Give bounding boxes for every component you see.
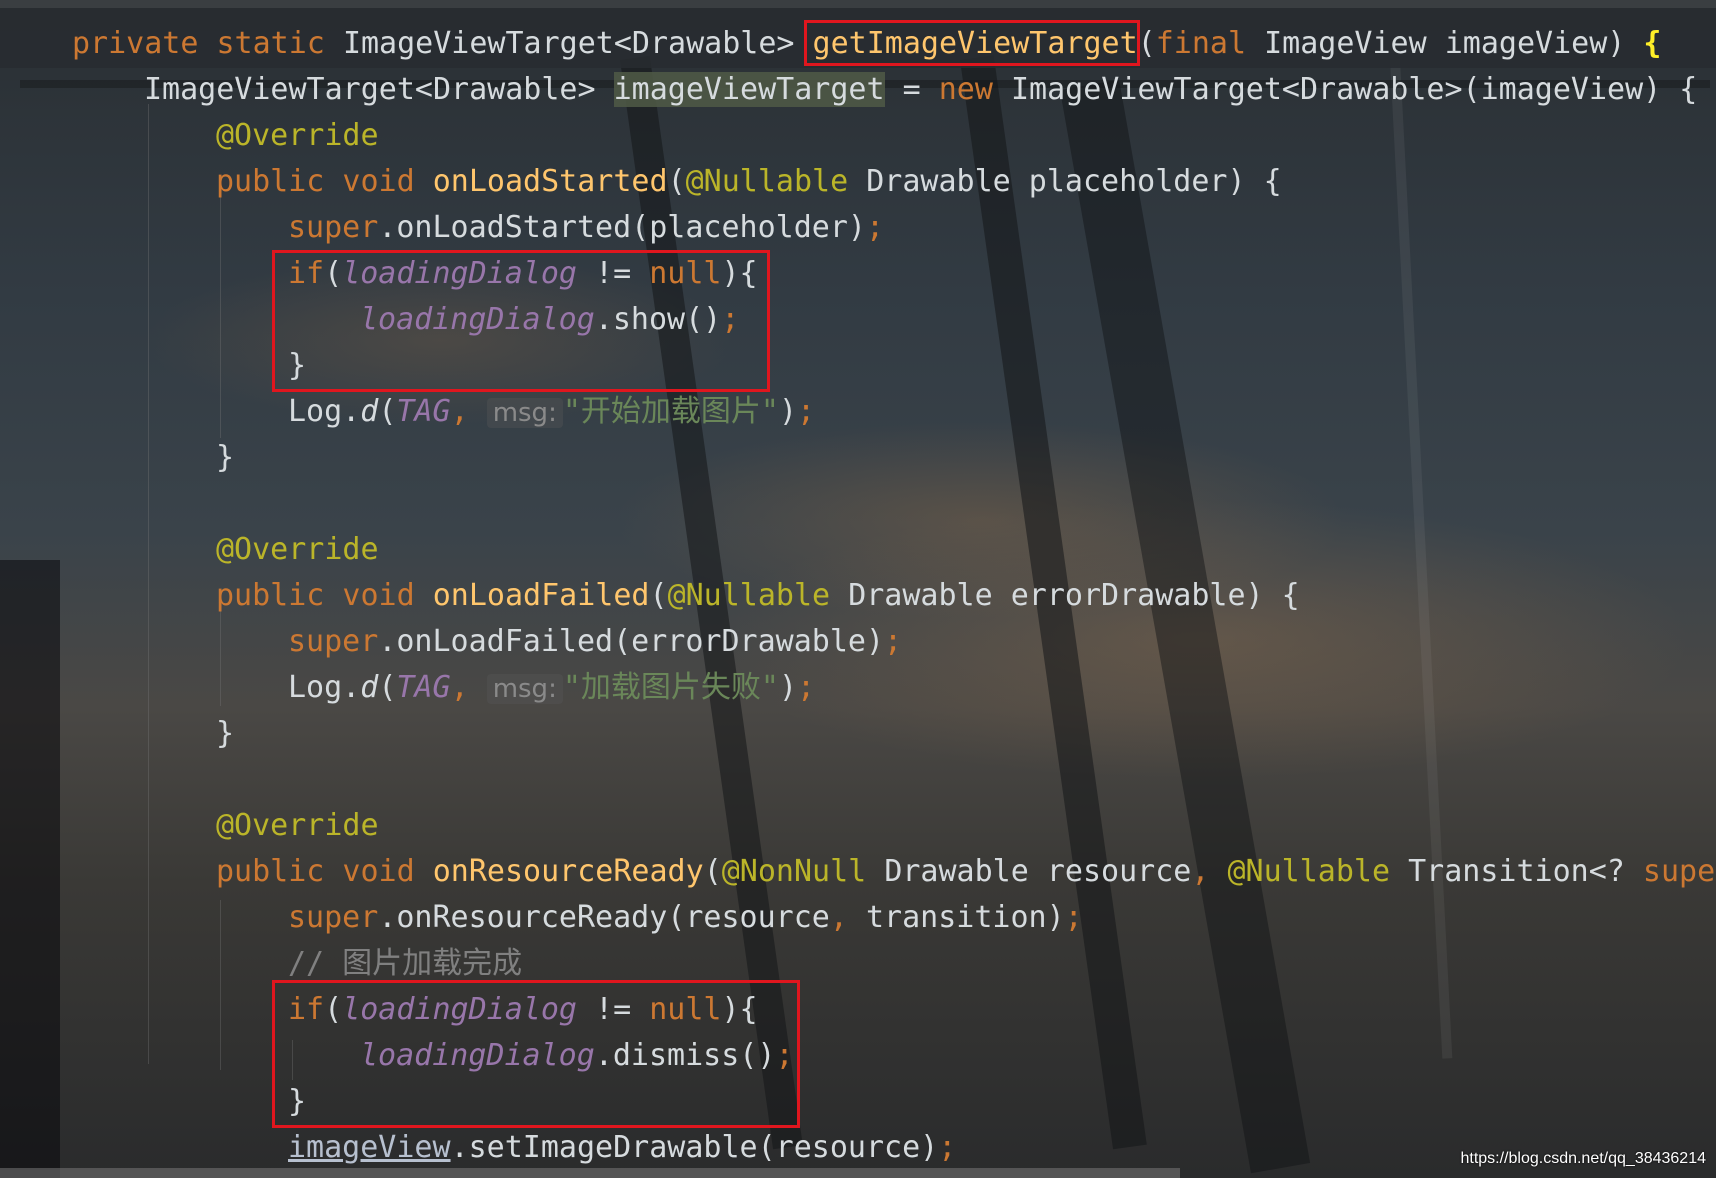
code-token-class: Log. — [288, 670, 361, 705]
code-token-annotation: @Override — [216, 532, 379, 567]
code-token-variable-highlight: imageViewTarget — [613, 72, 885, 107]
parameter-hint: msg: — [486, 674, 563, 704]
parameter-hint: msg: — [486, 398, 563, 428]
code-token-semicolon: ; — [865, 210, 885, 245]
code-token-comma: , — [829, 900, 866, 935]
code-token-keyword: final — [1155, 26, 1265, 61]
code-token-method-name: onResourceReady — [432, 854, 704, 889]
code-token-constant: TAG — [396, 394, 451, 429]
code-token-brace: } — [216, 440, 235, 475]
code-token-param: transition) — [865, 900, 1065, 935]
code-token-call: .onLoadFailed(errorDrawable) — [378, 624, 885, 659]
code-token-keyword: super — [288, 210, 379, 245]
code-token-paren: ( — [703, 854, 722, 889]
highlight-box-method-name — [804, 20, 1140, 66]
code-token-call: .setImageDrawable(resource) — [450, 1130, 939, 1165]
code-line-method-onloadfailed[interactable]: public void onLoadFailed(@Nullable Drawa… — [216, 575, 1300, 617]
code-line-super-call[interactable]: super.onLoadStarted(placeholder); — [288, 207, 884, 249]
code-token-keyword: public void — [216, 164, 433, 199]
code-token-keyword: private static — [72, 26, 343, 61]
code-token-type: ImageViewTarget<Drawable> — [342, 26, 813, 61]
code-token-paren: ( — [649, 578, 668, 613]
code-token-static-method: d — [360, 670, 379, 705]
horizontal-scrollbar[interactable] — [0, 1168, 1180, 1178]
code-token-annotation: @Override — [216, 808, 379, 843]
code-token-annotation: @Nullable — [685, 164, 867, 199]
code-token-paren: ( — [378, 394, 397, 429]
code-editor[interactable]: private static ImageViewTarget<Drawable>… — [0, 0, 1716, 1178]
code-token-call: .onResourceReady(resource — [378, 900, 830, 935]
indent-guide — [220, 606, 221, 706]
code-line-annotation[interactable]: @Override — [216, 115, 379, 157]
code-line-method-onresourceready[interactable]: public void onResourceReady(@NonNull Dra… — [216, 851, 1716, 893]
code-token-comma: , — [450, 670, 487, 705]
code-token-string: "开始加载图片" — [562, 394, 779, 429]
code-token-annotation: @Nullable — [667, 578, 849, 613]
code-token-semicolon: ; — [938, 1130, 957, 1165]
background-shadow — [0, 560, 60, 1178]
code-token-keyword: new — [938, 72, 1011, 107]
highlight-box-show-dialog — [272, 250, 770, 392]
code-token-paren: ( — [667, 164, 686, 199]
code-token-param: Drawable placeholder) { — [866, 164, 1282, 199]
code-token-class: Log. — [288, 394, 361, 429]
code-token-paren: ) — [778, 670, 798, 705]
code-token-keyword: super — [288, 624, 379, 659]
code-token-constant: TAG — [396, 670, 451, 705]
code-token-semicolon: ; — [797, 670, 816, 705]
code-line-super-call[interactable]: super.onResourceReady(resource, transiti… — [288, 897, 1083, 939]
code-line-log-call[interactable]: Log.d(TAG, msg: "加载图片失败"); — [288, 667, 815, 709]
code-token-annotation: @NonNull — [721, 854, 885, 889]
code-token-brace-highlight: { — [1643, 26, 1662, 61]
code-token-paren: ( — [1137, 26, 1156, 61]
code-token-param: Drawable resource — [884, 854, 1192, 889]
code-line-variable-declaration[interactable]: ImageViewTarget<Drawable> imageViewTarge… — [144, 69, 1697, 111]
code-line-annotation[interactable]: @Override — [216, 529, 379, 571]
code-line-comment[interactable]: // 图片加载完成 — [288, 943, 522, 985]
code-token-keyword: super — [288, 900, 379, 935]
code-token-brace: } — [216, 716, 235, 751]
code-token-type: ImageViewTarget<Drawable> — [144, 72, 614, 107]
indent-guide — [220, 900, 221, 1070]
code-line-closing-brace[interactable]: } — [216, 437, 234, 479]
code-line-super-call[interactable]: super.onLoadFailed(errorDrawable); — [288, 621, 902, 663]
code-token-static-method: d — [360, 394, 379, 429]
code-token-keyword: public void — [216, 578, 433, 613]
code-token-method-name: onLoadFailed — [432, 578, 650, 613]
code-token-method-name: onLoadStarted — [432, 164, 668, 199]
code-token-operator: = — [884, 72, 939, 107]
code-token-annotation: @Nullable — [1227, 854, 1409, 889]
code-token-annotation: @Override — [216, 118, 379, 153]
code-token-type: Transition<? — [1408, 854, 1643, 889]
code-token-constructor: ImageViewTarget<Drawable>(imageView) { — [1010, 72, 1698, 107]
code-token-comma: , — [1191, 854, 1228, 889]
code-token-parameter-link[interactable]: imageView — [288, 1130, 451, 1165]
code-token-paren: ( — [378, 670, 397, 705]
code-token-semicolon: ; — [1064, 900, 1083, 935]
code-token-keyword: public void — [216, 854, 433, 889]
editor-top-border — [0, 0, 1716, 8]
background-window-frame — [1390, 59, 1453, 1059]
watermark-url: https://blog.csdn.net/qq_38436214 — [1460, 1150, 1706, 1167]
code-line-closing-brace[interactable]: } — [216, 713, 234, 755]
code-token-param: ImageView imageView) — [1264, 26, 1644, 61]
code-token-semicolon: ; — [884, 624, 903, 659]
highlight-box-dismiss-dialog — [272, 980, 800, 1128]
code-line-annotation[interactable]: @Override — [216, 805, 379, 847]
code-token-paren: ) — [778, 394, 798, 429]
code-token-param: Drawable errorDrawable) { — [848, 578, 1300, 613]
indent-guide — [220, 188, 221, 438]
code-token-semicolon: ; — [797, 394, 816, 429]
code-token-comment: // 图片加载完成 — [288, 946, 523, 981]
code-line-set-drawable[interactable]: imageView.setImageDrawable(resource); — [288, 1127, 956, 1169]
code-token-call: .onLoadStarted(placeholder) — [378, 210, 866, 245]
code-token-string: "加载图片失败" — [562, 670, 779, 705]
code-line-log-call[interactable]: Log.d(TAG, msg: "开始加载图片"); — [288, 391, 815, 433]
indent-guide — [148, 104, 149, 1064]
code-token-keyword: super — [1642, 854, 1716, 889]
code-token-comma: , — [450, 394, 487, 429]
code-line-method-onloadstarted[interactable]: public void onLoadStarted(@Nullable Draw… — [216, 161, 1282, 203]
